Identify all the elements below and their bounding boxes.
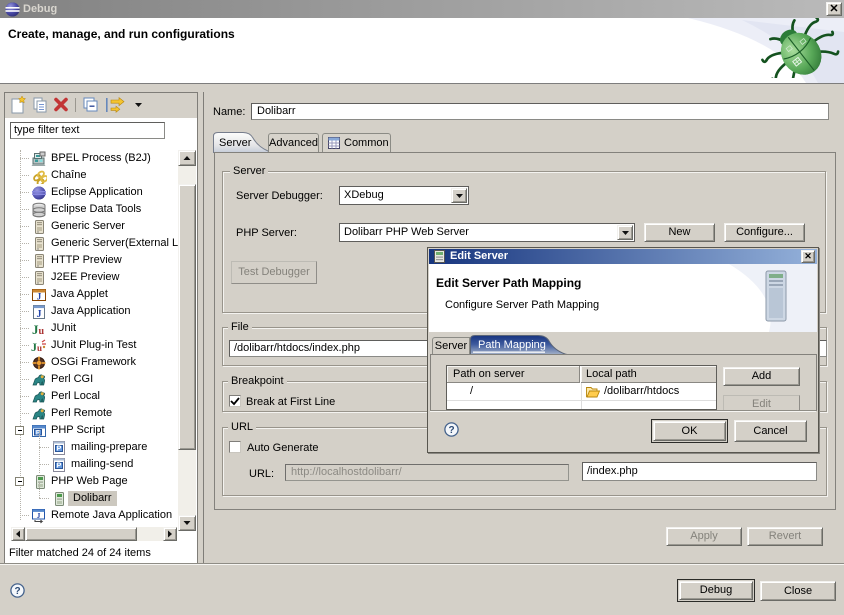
svg-text:?: ? — [14, 586, 20, 597]
svg-text:?: ? — [448, 425, 454, 436]
